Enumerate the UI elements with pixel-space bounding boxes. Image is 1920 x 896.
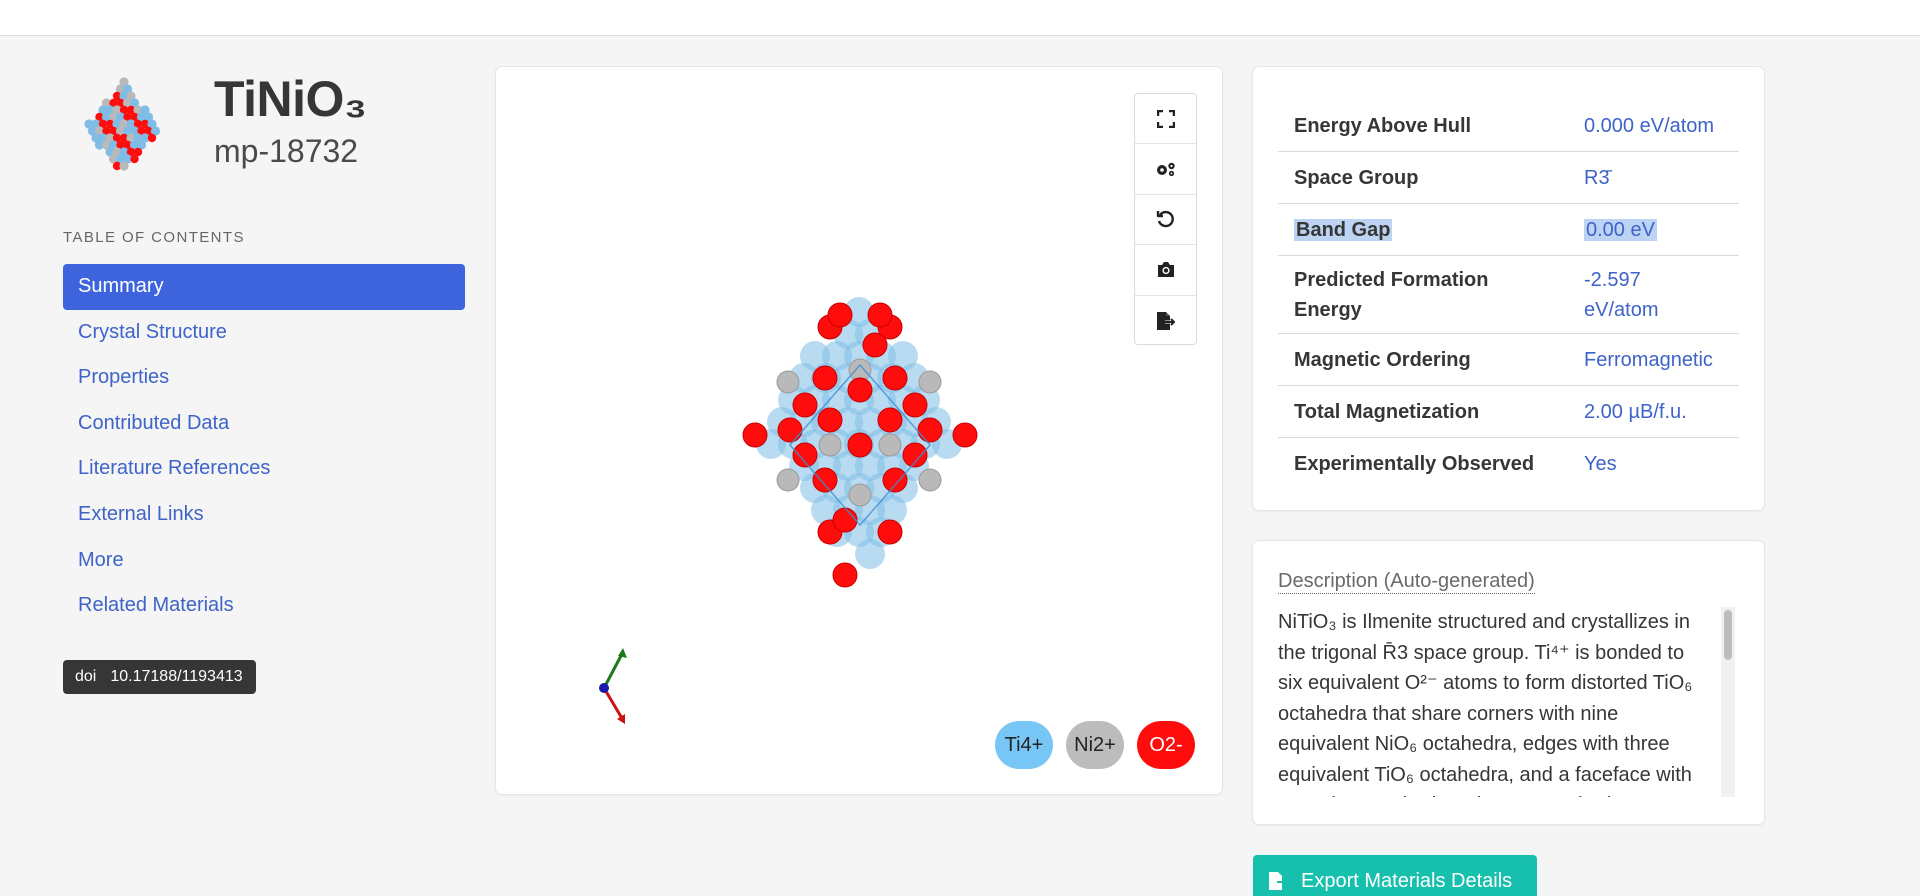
toc-heading: TABLE OF CONTENTS: [63, 229, 245, 246]
crystal-structure-model: [742, 297, 978, 588]
property-row: Space Group R3̄: [1278, 152, 1739, 204]
screenshot-button[interactable]: [1135, 245, 1196, 296]
file-export-icon: [1156, 311, 1175, 330]
settings-button[interactable]: [1135, 144, 1196, 195]
material-id: mp-18732: [214, 133, 359, 169]
property-label: Magnetic Ordering: [1294, 348, 1471, 371]
doi-badge[interactable]: doi 10.17188/1193413: [63, 660, 256, 694]
top-navbar: [0, 0, 1920, 36]
description-title[interactable]: Description (Auto-generated): [1278, 569, 1535, 594]
property-label: Band Gap: [1294, 215, 1393, 245]
property-row: Energy Above Hull 0.000 eV/atom: [1278, 100, 1739, 152]
property-value[interactable]: Yes: [1584, 449, 1617, 479]
property-label: Total Magnetization: [1294, 400, 1480, 423]
camera-icon: [1157, 262, 1174, 278]
property-row: Total Magnetization 2.00 µB/f.u.: [1278, 386, 1739, 438]
description-text: NiTiO₃ is Ilmenite structured and crysta…: [1278, 611, 1693, 797]
expand-icon: [1156, 109, 1175, 128]
legend-o[interactable]: O2-: [1137, 721, 1195, 769]
file-export-icon: [1269, 872, 1288, 890]
toc-item-literature-references[interactable]: Literature References: [63, 446, 465, 492]
toc-item-more[interactable]: More: [63, 538, 465, 584]
material-formula: TiNiO₃: [214, 71, 367, 127]
toc-item-external-links[interactable]: External Links: [63, 492, 465, 538]
doi-value: 10.17188/1193413: [110, 668, 243, 685]
fullscreen-button[interactable]: [1135, 94, 1196, 145]
export-button-label: Export Materials Details: [1301, 869, 1513, 892]
property-row: Predicted Formation Energy -2.597 eV/atom: [1278, 256, 1739, 334]
toc-item-related-materials[interactable]: Related Materials: [63, 583, 465, 629]
property-label-text: Band Gap: [1294, 218, 1393, 241]
property-label: Experimentally Observed: [1294, 453, 1535, 475]
gears-icon: [1156, 162, 1175, 177]
property-label: Space Group: [1294, 166, 1419, 189]
toc-item-summary[interactable]: Summary: [63, 264, 465, 310]
description-scrollbar-thumb[interactable]: [1724, 610, 1732, 660]
toc-item-properties[interactable]: Properties: [63, 355, 465, 401]
undo-icon: [1156, 211, 1174, 228]
table-of-contents: Summary Crystal Structure Properties Con…: [63, 264, 465, 629]
property-value-text: 0.00 eV: [1584, 218, 1657, 241]
property-label: Energy Above Hull: [1294, 114, 1472, 137]
axes-indicator: [599, 648, 627, 724]
legend-ni[interactable]: Ni2+: [1066, 721, 1124, 769]
viewer-toolbar: [1134, 93, 1197, 345]
toc-item-crystal-structure[interactable]: Crystal Structure: [63, 310, 465, 356]
export-structure-button[interactable]: [1135, 296, 1196, 346]
export-materials-button[interactable]: Export Materials Details: [1253, 855, 1537, 896]
property-value[interactable]: -2.597 eV/atom: [1584, 265, 1714, 325]
material-thumbnail: [84, 77, 161, 171]
property-label: Predicted Formation Energy: [1294, 268, 1489, 321]
property-value[interactable]: 2.00 µB/f.u.: [1584, 397, 1687, 427]
property-value[interactable]: 0.00 eV: [1584, 215, 1657, 245]
property-row: Experimentally Observed Yes: [1278, 438, 1739, 490]
property-row: Band Gap 0.00 eV: [1278, 204, 1739, 256]
property-value[interactable]: Ferromagnetic: [1584, 345, 1713, 375]
doi-label: doi: [75, 668, 97, 685]
legend-ti[interactable]: Ti4+: [995, 721, 1053, 769]
reset-view-button[interactable]: [1135, 195, 1196, 246]
property-value[interactable]: R3̄: [1584, 163, 1610, 193]
property-row: Magnetic Ordering Ferromagnetic: [1278, 334, 1739, 386]
property-value[interactable]: 0.000 eV/atom: [1584, 111, 1714, 141]
toc-item-contributed-data[interactable]: Contributed Data: [63, 401, 465, 447]
